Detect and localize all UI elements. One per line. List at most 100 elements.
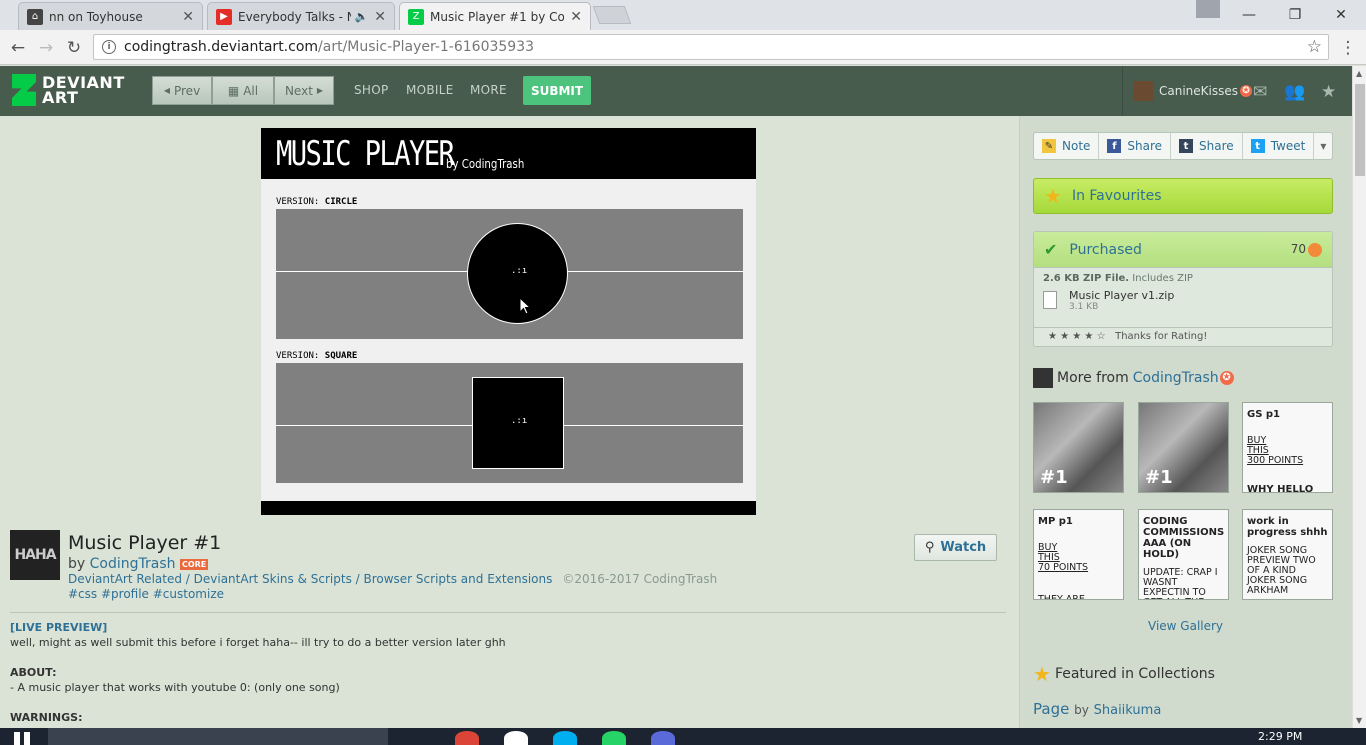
gallery-thumb[interactable]: #1 [1033,402,1124,493]
version-square-label: VERSION: SQUARE [276,351,358,361]
tumblr-icon: t [1179,139,1194,153]
watch-star-icon[interactable]: ★ [1321,82,1336,102]
gallery-thumb[interactable]: #1 [1138,402,1229,493]
browser-tab-youtube[interactable]: ▶ Everybody Talks - Neo 🔈 ✕ [207,2,395,30]
tweet-button[interactable]: t Tweet [1243,133,1315,159]
clock[interactable]: 2:29 PM [1258,730,1302,743]
square-player-preview: .:ı [276,363,743,483]
favourites-button[interactable]: ★ In Favourites [1033,178,1333,214]
user-menu[interactable]: CanineKisses ✪ [1122,66,1253,116]
address-bar[interactable]: i codingtrash.deviantart.com/art/Music-P… [93,34,1329,60]
new-tab-button[interactable] [592,6,632,24]
browser-tab-toyhouse[interactable]: ⌂ nn on Toyhouse ✕ [18,2,203,30]
skype-icon[interactable] [553,731,577,745]
chrome-icon[interactable] [455,731,479,745]
note-button[interactable]: ✎ Note [1034,133,1100,159]
copyright: ©2016-2017 CodingTrash [562,572,718,586]
author-link[interactable]: CodingTrash [90,556,176,572]
browser-tab-deviantart[interactable]: Z Music Player #1 by Codin ✕ [399,2,591,30]
app-icon[interactable] [651,731,675,745]
whatsapp-icon[interactable] [602,731,626,745]
more-author-link[interactable]: CodingTrash [1133,370,1219,386]
tags[interactable]: #css #profile #customize [68,587,224,601]
gallery-thumb[interactable]: MP p1 BUY THIS 70 POINTS THEY ARE [1033,509,1124,600]
deviantart-logo[interactable]: DEVIANT ART [12,74,125,106]
gallery-thumb[interactable]: work in progress shhh JOKER SONG PREVIEW… [1242,509,1333,600]
app-icon[interactable] [504,731,528,745]
bookmark-star-icon[interactable]: ☆ [1307,37,1322,57]
browser-tab-bar: ⌂ nn on Toyhouse ✕ ▶ Everybody Talks - N… [0,0,1366,30]
site-header: DEVIANT ART ◀ Prev ▦ All Next ▶ SHOP MOBILE … [0,66,1352,116]
note-icon: ✎ [1042,139,1056,153]
circle-player-icon: .:ı [467,223,568,324]
reload-icon[interactable]: ↻ [62,36,86,60]
tumblr-share-button[interactable]: t Share [1171,133,1243,159]
download-file[interactable]: Music Player v1.zip 3.1 KB [1034,289,1332,312]
core-badge-icon: ✪ [1219,371,1234,385]
scroll-up-icon[interactable]: ▲ [1356,69,1362,78]
facebook-share-button[interactable]: f Share [1099,133,1172,159]
nav-more[interactable]: MORE [470,83,507,97]
scroll-down-icon[interactable]: ▼ [1356,716,1362,725]
share-more-dropdown[interactable]: ▾ [1314,133,1332,159]
friends-icon[interactable]: 👥 [1284,82,1305,102]
points-icon [1308,242,1322,257]
mouse-cursor-icon [519,296,532,318]
nav-shop[interactable]: SHOP [354,83,389,97]
deviation-image[interactable]: MUSIC PLAYER by CodingTrash VERSION: CIR… [261,128,756,515]
taskbar-search[interactable] [48,728,388,745]
info-icon[interactable]: i [102,40,116,54]
file-name[interactable]: Music Player v1.zip [1069,289,1174,302]
live-preview-link[interactable]: [LIVE PREVIEW] [10,620,1000,635]
avatar [1133,81,1153,101]
menu-icon[interactable]: ⋮ [1336,36,1360,60]
file-icon [1043,291,1057,309]
prev-button[interactable]: ◀ Prev [152,76,212,105]
url-host: codingtrash.deviantart.com [124,39,319,55]
about-text: - A music player that works with youtube… [10,681,340,694]
close-icon[interactable]: ✕ [182,9,194,25]
core-badge: CORE [179,558,209,570]
next-button[interactable]: Next ▶ [274,76,334,105]
core-badge-icon: ✪ [1240,85,1253,97]
gallery-thumb[interactable]: CODING COMMISSIONS AAA (ON HOLD) UPDATE:… [1138,509,1229,600]
rating: ★ ★ ★ ★ ☆ Thanks for Rating! [1034,327,1332,345]
grid-icon: ▦ [227,83,240,98]
close-window-icon[interactable]: ✕ [1318,0,1364,30]
submit-button[interactable]: SUBMIT [523,76,591,105]
author-avatar[interactable]: HAHA [10,530,60,580]
logo-text: ART [42,88,79,107]
url-path: /art/Music-Player-1-616035933 [318,39,535,55]
back-icon[interactable]: ← [6,36,30,60]
facebook-icon: f [1107,139,1122,153]
collection-item[interactable]: Page by Shaiikuma [1033,700,1161,718]
gallery-thumb[interactable]: GS p1 BUYTHIS300 POINTS WHY HELLO THERE!… [1242,402,1333,493]
file-size: 3.1 KB [1069,302,1099,312]
equalizer-icon: .:ı [511,416,528,426]
more-from-heading: More from CodingTrash ✪ [1033,368,1234,388]
minimize-icon[interactable]: — [1226,0,1272,30]
watch-button[interactable]: ⚲ Watch [914,534,997,561]
circle-player-preview: .:ı [276,209,743,339]
close-icon[interactable]: ✕ [570,9,582,25]
view-gallery-link[interactable]: View Gallery [1148,619,1223,633]
page-scrollbar[interactable]: ▲ ▼ [1352,66,1366,728]
version-circle-label: VERSION: CIRCLE [276,197,358,207]
about-heading: ABOUT: [10,666,57,679]
mail-icon[interactable]: ✉ [1253,82,1267,102]
chevron-down-icon: ▾ [1320,139,1327,153]
scrollbar-thumb[interactable] [1355,84,1365,176]
star-icon: ★ [1044,184,1062,208]
nav-mobile[interactable]: MOBILE [406,83,454,97]
close-icon[interactable]: ✕ [374,9,386,25]
restore-icon[interactable]: ❐ [1272,0,1318,30]
profile-icon[interactable] [1196,0,1220,18]
windows-start-icon[interactable] [14,732,30,745]
browser-toolbar: ← → ↻ i codingtrash.deviantart.com/art/M… [0,30,1366,65]
category-path[interactable]: DeviantArt Related / DeviantArt Skins & … [68,572,552,586]
all-button[interactable]: ▦ All [212,76,274,105]
forward-icon[interactable]: → [34,36,58,60]
speaker-icon[interactable]: 🔈 [355,10,369,23]
square-player-icon: .:ı [472,377,564,469]
rating-stars[interactable]: ★ ★ ★ ★ ☆ [1048,331,1106,342]
